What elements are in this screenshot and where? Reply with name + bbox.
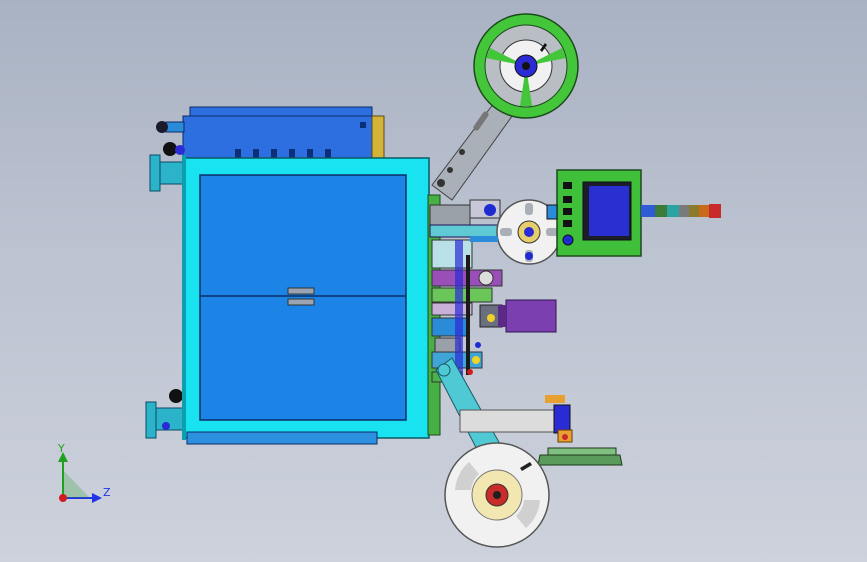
lower-white-reel — [444, 442, 550, 548]
cad-viewport[interactable]: Y Z — [0, 0, 867, 562]
left-handwheel-lower — [145, 389, 187, 439]
bottom-base-plate — [537, 447, 623, 466]
machine-model-view — [58, 13, 721, 548]
indicator-light-stack — [641, 204, 721, 218]
left-handwheel-top — [156, 121, 185, 133]
main-cabinet — [182, 155, 430, 445]
axis-triad — [58, 452, 102, 503]
hmi-panel — [546, 169, 642, 257]
top-blue-unit — [182, 106, 385, 161]
green-reel — [473, 13, 579, 119]
axis-y-label: Y — [58, 442, 65, 455]
axis-z-label: Z — [103, 486, 111, 499]
left-handwheel-upper — [149, 142, 187, 192]
